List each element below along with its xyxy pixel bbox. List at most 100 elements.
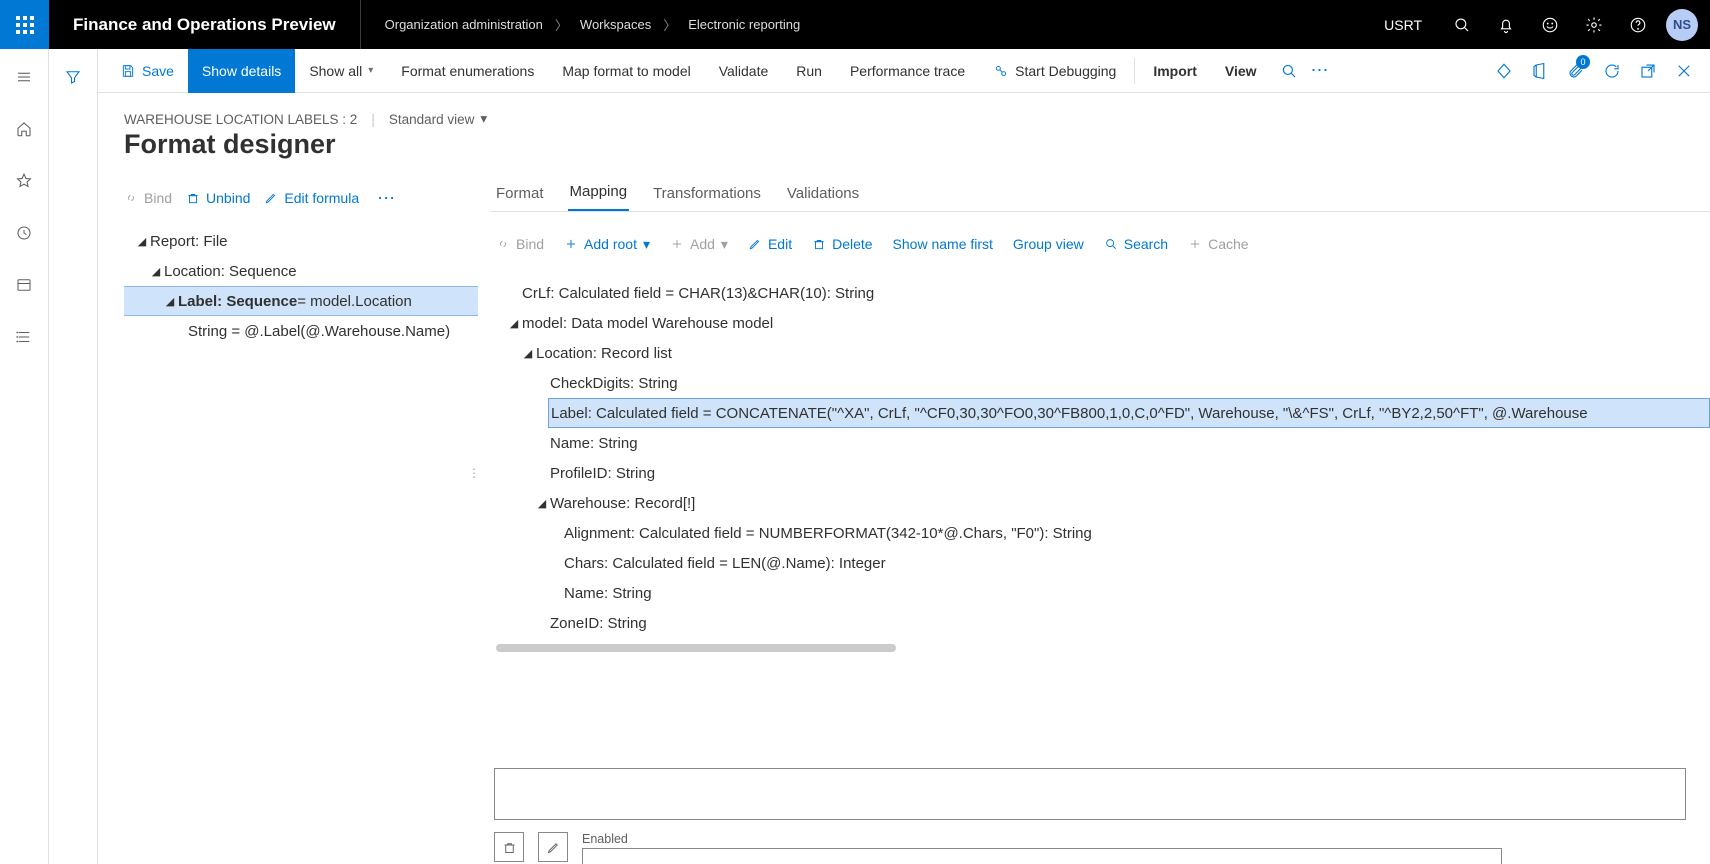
app-launcher-button[interactable] xyxy=(0,0,49,49)
caret-icon[interactable]: ◢ xyxy=(506,317,522,330)
separator: | xyxy=(371,112,375,127)
tree-node-label[interactable]: ◢ Label: Sequence = model.Location xyxy=(124,286,478,316)
tab-mapping[interactable]: Mapping xyxy=(568,183,630,211)
save-label: Save xyxy=(142,63,174,79)
diamond-icon[interactable] xyxy=(1486,49,1522,93)
main-pane: Save Show details Show all ▾ Format enum… xyxy=(98,49,1710,864)
bottom-controls: Enabled xyxy=(490,832,1710,864)
search-button[interactable]: Search xyxy=(1104,236,1168,252)
chevron-down-icon: ▾ xyxy=(643,236,650,253)
hamburger-icon[interactable] xyxy=(0,63,49,91)
breadcrumb-er[interactable]: Electronic reporting xyxy=(688,17,800,32)
format-tree[interactable]: ◢ Report: File ◢ Location: Sequence ◢ La… xyxy=(124,216,478,346)
tree-node-location[interactable]: ◢Location: Record list xyxy=(490,338,1710,368)
tree-node-crlf[interactable]: CrLf: Calculated field = CHAR(13)&CHAR(1… xyxy=(490,278,1710,308)
validate-button[interactable]: Validate xyxy=(705,49,783,93)
tab-format[interactable]: Format xyxy=(494,185,546,211)
tree-node-name[interactable]: Name: String xyxy=(490,428,1710,458)
user-avatar[interactable]: NS xyxy=(1666,9,1698,41)
help-icon[interactable] xyxy=(1616,0,1660,49)
topbar: Finance and Operations Preview Organizat… xyxy=(0,0,1710,49)
workspace-icon[interactable] xyxy=(0,271,49,299)
tree-node-checkdigits[interactable]: CheckDigits: String xyxy=(490,368,1710,398)
tree-node-string[interactable]: String = @.Label(@.Warehouse.Name) xyxy=(124,316,478,346)
page-header: WAREHOUSE LOCATION LABELS : 2 | Standard… xyxy=(98,93,1710,166)
performance-trace-button[interactable]: Performance trace xyxy=(836,49,979,93)
mapping-pane: Format Mapping Transformations Validatio… xyxy=(478,166,1710,864)
star-icon[interactable] xyxy=(0,167,49,195)
app-title: Finance and Operations Preview xyxy=(73,15,336,35)
formula-textarea[interactable] xyxy=(494,768,1686,820)
app-title-section: Finance and Operations Preview xyxy=(49,0,361,49)
import-button[interactable]: Import xyxy=(1139,49,1211,93)
unbind-button[interactable]: Unbind xyxy=(186,190,250,206)
cmdbar-search-icon[interactable] xyxy=(1271,49,1307,93)
add-root-button[interactable]: Add root ▾ xyxy=(564,236,650,253)
smiley-icon[interactable] xyxy=(1528,0,1572,49)
tree-node-zoneid[interactable]: ZoneID: String xyxy=(490,608,1710,638)
caret-icon[interactable]: ◢ xyxy=(520,347,536,360)
mapping-tree[interactable]: CrLf: Calculated field = CHAR(13)&CHAR(1… xyxy=(490,262,1710,762)
attachments-badge: 0 xyxy=(1576,55,1590,69)
view-selector[interactable]: Standard view ▾ xyxy=(389,111,487,127)
company-code[interactable]: USRT xyxy=(1366,17,1440,33)
search-icon[interactable] xyxy=(1440,0,1484,49)
config-name: WAREHOUSE LOCATION LABELS : 2 xyxy=(124,112,357,127)
caret-icon[interactable]: ◢ xyxy=(148,265,164,278)
show-name-first-button[interactable]: Show name first xyxy=(893,236,993,252)
format-tree-pane: Bind Unbind Edit formula ⋯ ◢ Re xyxy=(98,166,478,864)
caret-icon[interactable]: ◢ xyxy=(534,497,550,510)
breadcrumbs: Organization administration 〉 Workspaces… xyxy=(361,15,825,34)
chevron-down-icon: ▾ xyxy=(480,111,487,127)
bell-icon[interactable] xyxy=(1484,0,1528,49)
breadcrumb-workspaces[interactable]: Workspaces xyxy=(580,17,651,32)
tree-node-chars[interactable]: Chars: Calculated field = LEN(@.Name): I… xyxy=(490,548,1710,578)
tree-node-profileid[interactable]: ProfileID: String xyxy=(490,458,1710,488)
clock-icon[interactable] xyxy=(0,219,49,247)
delete-square-button[interactable] xyxy=(494,832,524,862)
horizontal-scrollbar[interactable] xyxy=(496,644,896,652)
tree-node-warehouse[interactable]: ◢Warehouse: Record[!] xyxy=(490,488,1710,518)
close-icon[interactable] xyxy=(1666,49,1702,93)
refresh-icon[interactable] xyxy=(1594,49,1630,93)
map-format-button[interactable]: Map format to model xyxy=(548,49,704,93)
caret-icon[interactable]: ◢ xyxy=(162,295,178,308)
start-debugging-button[interactable]: Start Debugging xyxy=(979,49,1130,93)
attachments-icon[interactable]: 0 xyxy=(1558,49,1594,93)
show-details-button[interactable]: Show details xyxy=(188,49,295,93)
edit-square-button[interactable] xyxy=(538,832,568,862)
tree-node-label-selected[interactable]: Label: Calculated field = CONCATENATE("^… xyxy=(548,398,1710,428)
format-enumerations-button[interactable]: Format enumerations xyxy=(387,49,548,93)
tree-node-alignment[interactable]: Alignment: Calculated field = NUMBERFORM… xyxy=(490,518,1710,548)
modules-icon[interactable] xyxy=(0,323,49,351)
caret-icon[interactable]: ◢ xyxy=(134,235,150,248)
tree-node-report[interactable]: ◢ Report: File xyxy=(124,226,478,256)
enabled-field[interactable] xyxy=(582,848,1502,864)
office-icon[interactable] xyxy=(1522,49,1558,93)
command-bar: Save Show details Show all ▾ Format enum… xyxy=(98,49,1710,93)
tree-node-model[interactable]: ◢model: Data model Warehouse model xyxy=(490,308,1710,338)
breadcrumb-sep: 〉 xyxy=(663,15,676,34)
more-button[interactable]: ⋯ xyxy=(373,188,401,209)
more-button[interactable]: ⋯ xyxy=(1307,60,1335,81)
mapping-toolbar: Bind Add root ▾ Add ▾ Edit xyxy=(490,226,1710,262)
filter-icon[interactable] xyxy=(49,63,98,91)
delete-button[interactable]: Delete xyxy=(812,236,872,252)
enabled-label: Enabled xyxy=(582,832,1502,846)
show-all-button[interactable]: Show all ▾ xyxy=(295,49,387,93)
home-icon[interactable] xyxy=(0,115,49,143)
breadcrumb-org-admin[interactable]: Organization administration xyxy=(385,17,543,32)
tab-transformations[interactable]: Transformations xyxy=(651,185,763,211)
tree-node-location[interactable]: ◢ Location: Sequence xyxy=(124,256,478,286)
edit-button[interactable]: Edit xyxy=(748,236,792,252)
tab-validations[interactable]: Validations xyxy=(785,185,861,211)
save-button[interactable]: Save xyxy=(106,49,188,93)
view-button[interactable]: View xyxy=(1211,49,1271,93)
breadcrumb-sep: 〉 xyxy=(555,15,568,34)
gear-icon[interactable] xyxy=(1572,0,1616,49)
run-button[interactable]: Run xyxy=(782,49,836,93)
edit-formula-button[interactable]: Edit formula xyxy=(264,190,359,206)
tree-node-wh-name[interactable]: Name: String xyxy=(490,578,1710,608)
group-view-button[interactable]: Group view xyxy=(1013,236,1084,252)
popout-icon[interactable] xyxy=(1630,49,1666,93)
